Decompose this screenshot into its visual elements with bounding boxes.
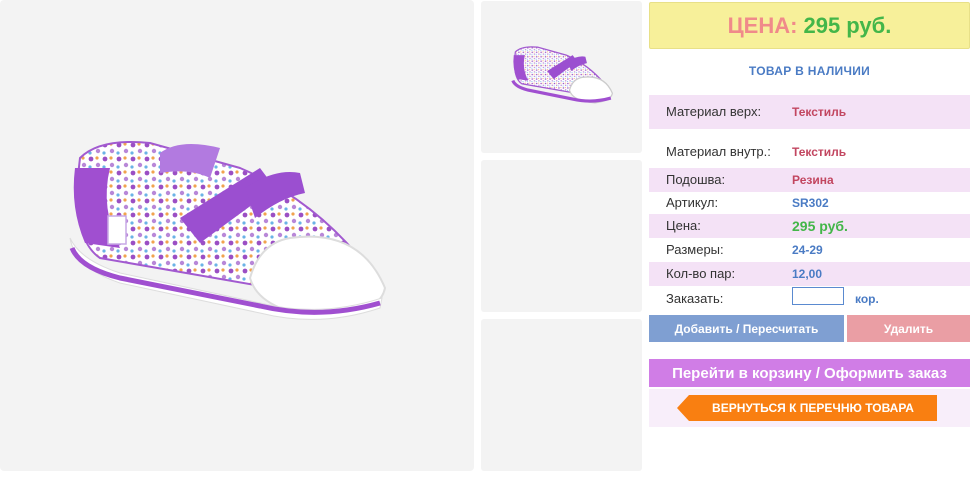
spec-value: Текстиль — [792, 145, 847, 159]
spec-row-article: Артикул: SR302 — [649, 192, 970, 214]
spec-label: Материал внутр.: — [666, 144, 771, 159]
spec-label: Материал верх: — [666, 104, 762, 119]
price-banner: ЦЕНА: 295 руб. — [649, 2, 970, 49]
spec-value: Текстиль — [792, 105, 847, 119]
spec-label: Подошва: — [666, 172, 726, 187]
spec-value: Резина — [792, 173, 834, 187]
order-row: Заказать: кор. — [649, 287, 970, 309]
price-banner-label: ЦЕНА: — [727, 12, 798, 38]
spec-value: 24-29 — [792, 243, 823, 257]
stock-status: ТОВАР В НАЛИЧИИ — [748, 64, 871, 78]
sneaker-thumbnail-image — [511, 46, 614, 104]
spec-value: SR302 — [792, 196, 829, 210]
order-unit: кор. — [855, 292, 879, 306]
spec-value: 295 руб. — [792, 218, 848, 234]
spec-row-price: Цена: 295 руб. — [649, 214, 970, 238]
spec-row-material-inner: Материал внутр.: Текстиль — [649, 136, 970, 168]
order-label: Заказать: — [666, 291, 724, 306]
product-thumbnail-1[interactable] — [481, 1, 642, 153]
spec-value: 12,00 — [792, 267, 823, 281]
spec-label: Цена: — [666, 218, 701, 233]
spec-row-sizes: Размеры: 24-29 — [649, 238, 970, 262]
spec-label: Кол-во пар: — [666, 266, 736, 281]
add-recalculate-button[interactable]: Добавить / Пересчитать — [649, 315, 844, 342]
back-button-container: ВЕРНУТЬСЯ К ПЕРЕЧНЮ ТОВАРА — [649, 389, 970, 427]
sneaker-image — [69, 141, 387, 320]
spec-label: Артикул: — [666, 195, 719, 210]
spec-label: Размеры: — [666, 242, 724, 257]
product-thumbnail-2[interactable] — [481, 160, 642, 312]
spec-row-pairs: Кол-во пар: 12,00 — [649, 262, 970, 286]
product-thumbnail-3[interactable] — [481, 319, 642, 471]
go-to-cart-button[interactable]: Перейти в корзину / Оформить заказ — [649, 359, 970, 387]
main-product-photo[interactable] — [0, 0, 474, 471]
back-to-list-button[interactable]: ВЕРНУТЬСЯ К ПЕРЕЧНЮ ТОВАРА — [677, 395, 937, 421]
spec-row-material-top: Материал верх: Текстиль — [649, 95, 970, 129]
price-banner-value: 295 руб. — [803, 12, 892, 38]
order-quantity-input[interactable] — [792, 287, 844, 305]
spec-row-sole: Подошва: Резина — [649, 168, 970, 192]
delete-button[interactable]: Удалить — [847, 315, 970, 342]
